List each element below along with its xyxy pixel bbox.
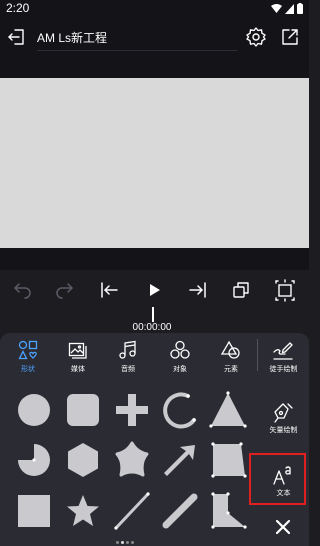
shape-panel: 形状 媒体 音频 对象 元素 徒手绘制 矢量绘制 文本 (0, 333, 309, 546)
tab-shapes[interactable]: 形状 (8, 337, 48, 377)
page-dot[interactable] (126, 541, 129, 544)
app-header: AM Ls新工程 (0, 18, 309, 56)
wifi-icon (271, 3, 282, 13)
tab-label: 对象 (173, 365, 187, 373)
square-shape[interactable] (14, 491, 54, 531)
status-icons (271, 3, 303, 14)
arrow-shape[interactable] (160, 440, 200, 480)
transport-bar (0, 270, 309, 310)
thick-line-shape[interactable] (160, 491, 200, 531)
shapes-grid (0, 388, 255, 538)
play-icon[interactable] (142, 278, 166, 302)
gear-icon[interactable] (245, 26, 267, 48)
page-indicator (116, 541, 134, 544)
status-time: 2:20 (6, 1, 30, 15)
page-dot[interactable] (116, 541, 119, 544)
tab-media[interactable]: 媒体 (58, 337, 98, 377)
freehand-draw-button[interactable]: 徒手绘制 (258, 335, 309, 381)
tab-audio[interactable]: 音频 (108, 337, 148, 377)
pie-shape[interactable] (14, 440, 54, 480)
tab-label: 元素 (224, 365, 238, 373)
polygon-shape[interactable] (208, 491, 248, 531)
trapezoid-shape[interactable] (208, 440, 248, 480)
objects-icon (170, 340, 190, 359)
vector-pen-icon (274, 403, 293, 423)
triangle-shape[interactable] (208, 390, 248, 430)
exit-back-icon[interactable] (6, 26, 28, 48)
skip-to-start-icon[interactable] (97, 278, 121, 302)
skip-to-end-icon[interactable] (186, 278, 210, 302)
music-note-icon (119, 340, 136, 359)
redo-icon[interactable] (53, 278, 77, 302)
title-underline (37, 50, 237, 51)
tab-label: 音频 (121, 365, 135, 373)
tab-objects[interactable]: 对象 (160, 337, 200, 377)
category-tabs: 形状 媒体 音频 对象 元素 (0, 333, 255, 377)
hexagon-shape[interactable] (63, 440, 103, 480)
line-shape[interactable] (112, 491, 152, 531)
side-tool-label: 徒手绘制 (269, 365, 298, 373)
close-icon[interactable] (272, 516, 294, 538)
rounded-square-shape[interactable] (63, 390, 103, 430)
page-dot-active[interactable] (121, 541, 124, 544)
canvas-background-top (0, 56, 309, 78)
battery-icon (297, 3, 303, 14)
tab-elements[interactable]: 元素 (211, 337, 251, 377)
status-bar: 2:20 (0, 0, 309, 18)
elements-icon (221, 340, 240, 359)
plus-shape[interactable] (112, 390, 152, 430)
duplicate-layer-icon[interactable] (229, 278, 253, 302)
star-shape[interactable] (63, 491, 103, 531)
arc-shape[interactable] (160, 390, 200, 430)
freehand-draw-icon (273, 342, 293, 360)
vector-draw-button[interactable]: 矢量绘制 (258, 396, 309, 442)
blob-star-shape[interactable] (112, 440, 152, 480)
page-dot[interactable] (131, 541, 134, 544)
fit-screen-icon[interactable] (273, 278, 297, 302)
playhead[interactable] (152, 307, 154, 323)
circle-shape[interactable] (14, 390, 54, 430)
undo-icon[interactable] (10, 278, 34, 302)
text-tool-highlight (249, 453, 306, 505)
tab-label: 形状 (21, 365, 35, 373)
canvas-background-bottom (0, 248, 309, 270)
shapes-icon (18, 340, 38, 360)
preview-canvas[interactable] (0, 78, 309, 248)
tab-label: 媒体 (71, 365, 85, 373)
side-tool-label: 矢量绘制 (269, 426, 298, 434)
signal-icon (285, 3, 294, 14)
share-export-icon[interactable] (279, 26, 301, 48)
project-title[interactable]: AM Ls新工程 (37, 29, 107, 46)
media-icon (68, 342, 87, 359)
